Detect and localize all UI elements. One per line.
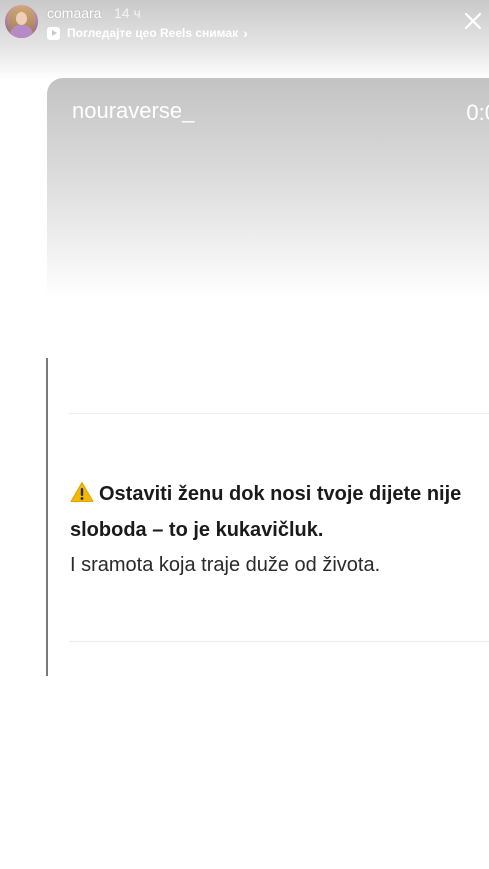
- view-full-reel-link[interactable]: Погледајте цео Reels снимак ›: [47, 25, 248, 41]
- username[interactable]: comaara: [47, 5, 101, 21]
- reel-preview-card[interactable]: nouraverse_ 0:0: [47, 78, 489, 298]
- warning-icon: [70, 479, 94, 502]
- divider-bottom: [69, 641, 489, 642]
- quote-headline: Ostaviti ženu dok nosi tvoje dijete nije…: [70, 476, 489, 548]
- story-header: comaara 14 ч Погледајте цео Reels снимак…: [0, 0, 489, 48]
- post-time: 14 ч: [114, 5, 141, 21]
- chevron-right-icon: ›: [243, 25, 248, 41]
- quote-line-2: sloboda – to je kukavičluk.: [70, 519, 324, 541]
- reels-play-icon: [47, 26, 60, 40]
- reels-link-label: Погледајте цео Reels снимак: [67, 26, 239, 40]
- quote-bar: [46, 358, 48, 676]
- profile-avatar[interactable]: [5, 5, 38, 38]
- reel-author: nouraverse_: [72, 98, 195, 123]
- reel-timer: 0:0: [466, 100, 489, 125]
- close-icon: [464, 12, 482, 30]
- divider-top: [69, 413, 489, 414]
- quote-line-1: Ostaviti ženu dok nosi tvoje dijete nije: [99, 483, 462, 505]
- quote-line-3: I sramota koja traje duže od života.: [70, 554, 381, 576]
- story-viewer[interactable]: comaara 14 ч Погледајте цео Reels снимак…: [0, 0, 489, 869]
- close-button[interactable]: [462, 10, 484, 32]
